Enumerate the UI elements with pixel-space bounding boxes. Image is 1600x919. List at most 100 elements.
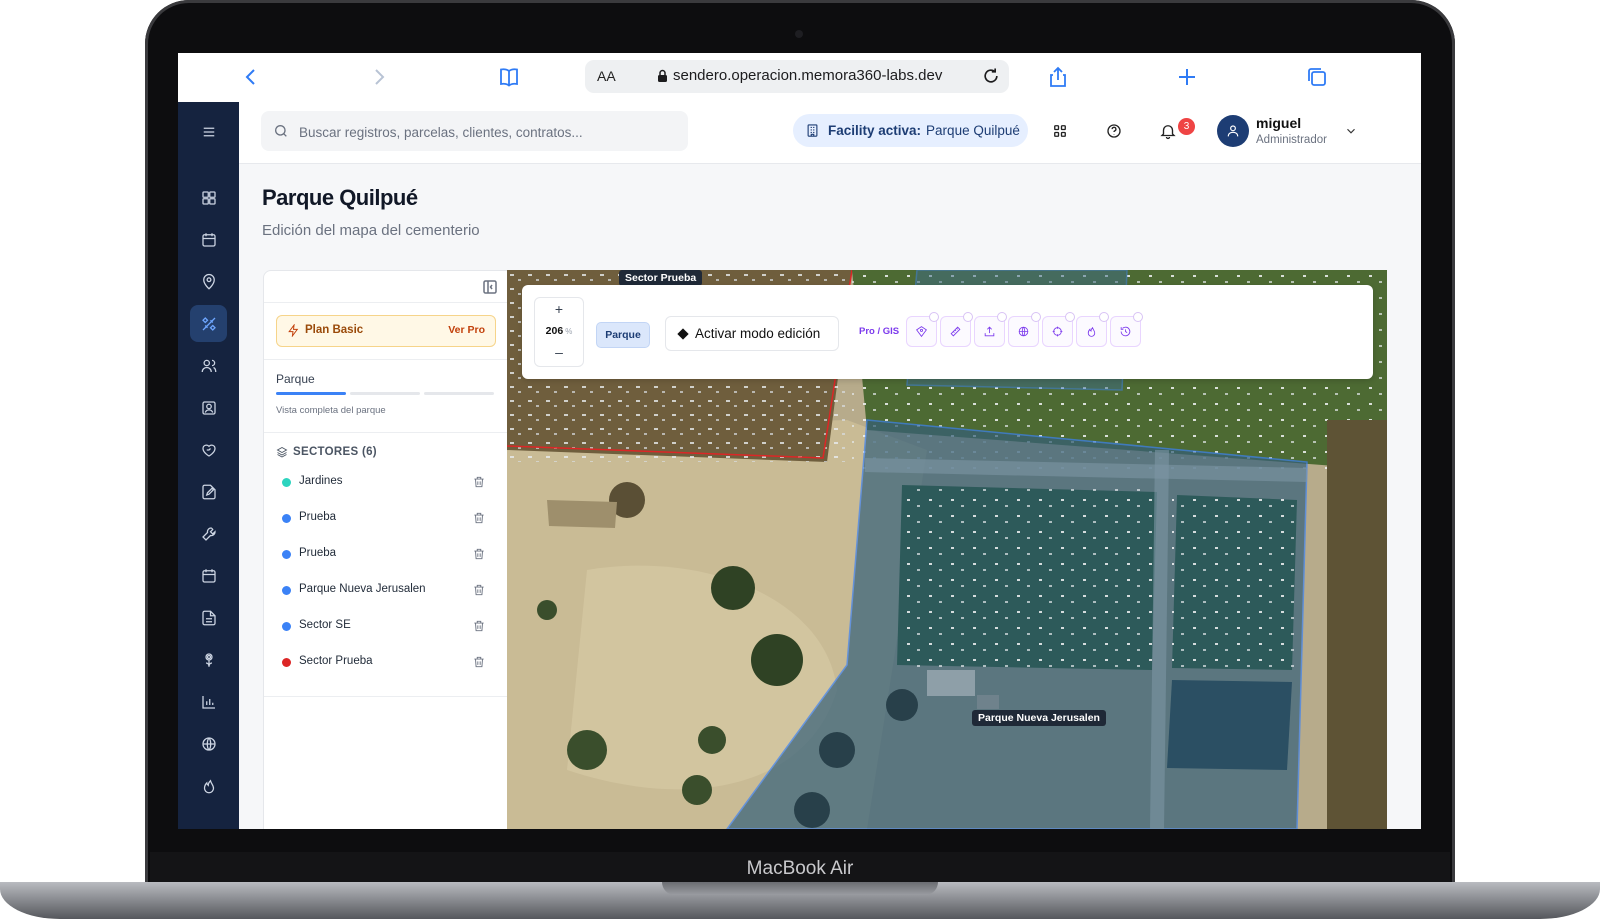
document-edit-icon[interactable] — [190, 473, 227, 510]
user-icon — [1227, 125, 1239, 137]
trash-icon[interactable] — [472, 583, 486, 597]
sector-row[interactable]: Prueba — [276, 540, 496, 570]
help-icon[interactable] — [1105, 122, 1125, 142]
upgrade-link[interactable]: Ver Pro — [448, 324, 485, 336]
building-icon — [807, 124, 818, 137]
sector-name: Sector SE — [299, 619, 351, 631]
upload-icon[interactable] — [974, 312, 1007, 347]
search-icon — [275, 125, 287, 137]
sector-name: Prueba — [299, 511, 337, 523]
pro-gis-label: Pro / GIS — [859, 326, 900, 337]
sector-color-dot — [282, 622, 291, 631]
contact-card-icon[interactable] — [190, 389, 227, 426]
page-title: Parque Quilpué — [262, 185, 418, 210]
lock-badge-icon — [963, 312, 973, 322]
facility-selector[interactable]: Facility activa: Parque Quilpué — [793, 114, 1028, 147]
bookmarks-icon[interactable] — [496, 65, 522, 91]
browser-toolbar: AA sendero.operacion.memora360-labs.dev — [178, 53, 1421, 103]
map-label-sector-prueba: Sector Prueba — [619, 270, 703, 286]
zoom-out-button[interactable]: – — [535, 344, 583, 360]
trash-icon[interactable] — [472, 475, 486, 489]
location-pin-icon[interactable] — [190, 263, 227, 300]
app-topbar: Facility activa: Parque Quilpué 3 miguel… — [239, 102, 1421, 164]
trash-icon[interactable] — [472, 655, 486, 669]
sector-name: Prueba — [299, 547, 337, 559]
satellite-map[interactable]: Sector Prueba Parque Nueva Jerusalen + 2… — [507, 270, 1387, 829]
forward-icon[interactable] — [366, 65, 392, 91]
bar-chart-icon[interactable] — [190, 683, 227, 720]
level-subtitle: Vista completa del parque — [276, 405, 386, 416]
reload-icon[interactable] — [981, 66, 1001, 86]
level-progress-step-2 — [350, 392, 420, 395]
map-label-parque-nueva-jerusalen: Parque Nueva Jerusalen — [972, 710, 1106, 726]
sector-row[interactable]: Prueba — [276, 504, 496, 534]
users-icon[interactable] — [190, 347, 227, 384]
lock-badge-icon — [1133, 312, 1143, 322]
globe-icon[interactable] — [190, 725, 227, 762]
back-icon[interactable] — [238, 65, 264, 91]
flower-icon[interactable] — [190, 641, 227, 678]
new-tab-icon[interactable] — [1174, 65, 1200, 91]
share-icon[interactable] — [1045, 65, 1071, 91]
user-role: Administrador — [1256, 134, 1327, 146]
sector-row[interactable]: Jardines — [276, 468, 496, 498]
zoom-unit: % — [565, 327, 573, 336]
plan-banner[interactable]: Plan Basic Ver Pro — [276, 315, 496, 347]
file-text-icon[interactable] — [190, 599, 227, 636]
heart-hand-icon[interactable] — [190, 431, 227, 468]
lock-badge-icon — [1099, 312, 1109, 322]
screen: AA sendero.operacion.memora360-labs.dev — [178, 53, 1421, 829]
camera — [795, 30, 803, 38]
collapse-panel-icon[interactable] — [483, 280, 497, 294]
wrench-icon[interactable] — [190, 515, 227, 552]
map-editor-icon[interactable] — [190, 305, 227, 342]
menu-icon[interactable] — [190, 113, 227, 150]
text-size-button[interactable]: AA — [597, 68, 616, 84]
dashboard-icon[interactable] — [190, 179, 227, 216]
address-bar[interactable]: AA sendero.operacion.memora360-labs.dev — [585, 60, 1009, 93]
map-toolbar: + 206% – Parque Activar modo edición Pro… — [522, 285, 1373, 379]
geofence-icon[interactable] — [906, 312, 939, 347]
lightning-icon — [288, 324, 299, 337]
history-icon[interactable] — [1110, 312, 1143, 347]
flame-icon[interactable] — [190, 767, 227, 804]
tabs-overview-icon[interactable] — [1304, 65, 1330, 91]
search-box — [261, 111, 688, 153]
calendar-icon[interactable] — [190, 221, 227, 258]
chevron-down-icon[interactable] — [1344, 124, 1358, 138]
url-text: sendero.operacion.memora360-labs.dev — [673, 67, 943, 84]
lock-badge-icon — [1065, 312, 1075, 322]
user-name[interactable]: miguel — [1256, 115, 1301, 131]
zoom-control: + 206% – — [534, 297, 584, 367]
globe-icon[interactable] — [1008, 312, 1041, 347]
sector-name: Jardines — [299, 475, 343, 487]
lock-badge-icon — [929, 312, 939, 322]
sector-color-dot — [282, 478, 291, 487]
crosshair-icon[interactable] — [1042, 312, 1075, 347]
zoom-in-button[interactable]: + — [535, 301, 583, 317]
trash-icon[interactable] — [472, 511, 486, 525]
sector-row[interactable]: Sector SE — [276, 612, 496, 642]
sector-name: Parque Nueva Jerusalen — [299, 583, 426, 595]
activate-edit-mode-button[interactable]: Activar modo edición — [665, 316, 839, 351]
divider — [264, 432, 508, 433]
sector-color-dot — [282, 514, 291, 523]
apps-grid-icon[interactable] — [1051, 122, 1071, 142]
lock-icon — [658, 69, 667, 82]
search-input[interactable] — [297, 111, 681, 153]
divider — [264, 696, 508, 697]
sector-row[interactable]: Sector Prueba — [276, 648, 496, 678]
ruler-icon[interactable] — [940, 312, 973, 347]
sector-row[interactable]: Parque Nueva Jerusalen — [276, 576, 496, 606]
level-progress-step-3 — [424, 392, 494, 395]
sector-color-dot — [282, 550, 291, 559]
level-tag[interactable]: Parque — [596, 322, 650, 348]
trash-icon[interactable] — [472, 619, 486, 633]
level-progress-step-1 — [276, 392, 346, 395]
schedule-icon[interactable] — [190, 557, 227, 594]
avatar[interactable] — [1217, 115, 1249, 147]
lock-badge-icon — [997, 312, 1007, 322]
flame-icon[interactable] — [1076, 312, 1109, 347]
sector-name: Sector Prueba — [299, 655, 373, 667]
trash-icon[interactable] — [472, 547, 486, 561]
